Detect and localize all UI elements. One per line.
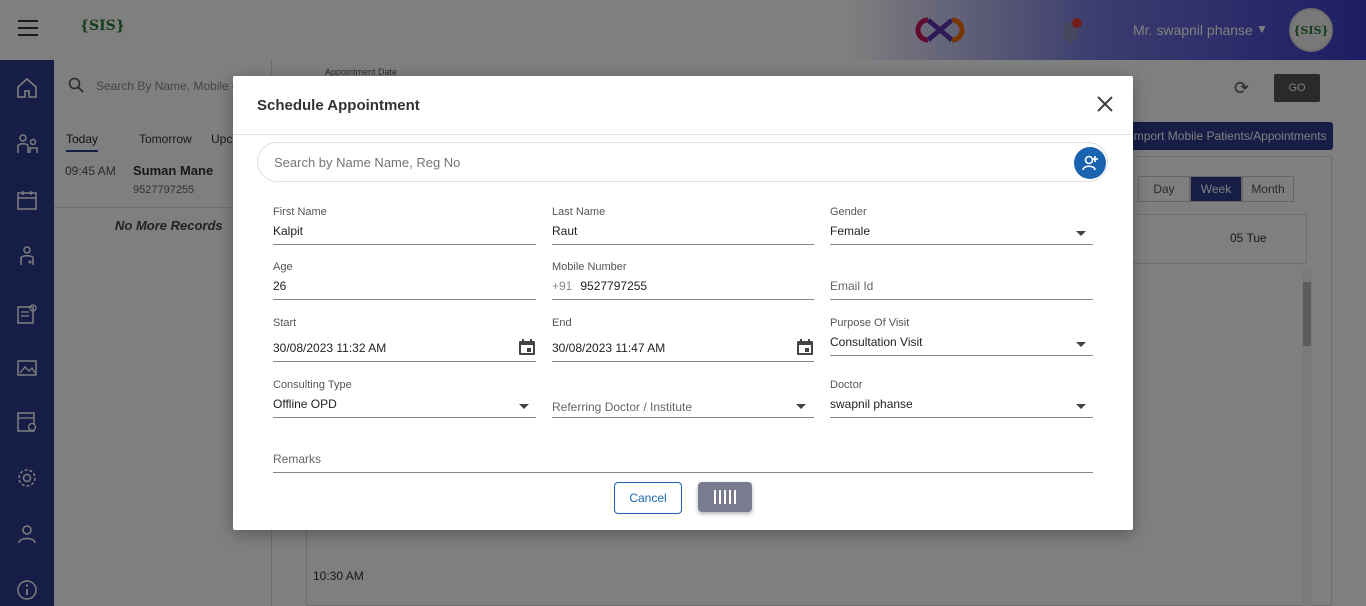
last-name-field[interactable]: Last Name Raut [552,206,814,246]
cancel-button[interactable]: Cancel [614,482,682,514]
consulting-type-label: Consulting Type [273,379,352,391]
submit-button[interactable] [698,482,752,512]
remarks-placeholder[interactable]: Remarks [273,452,321,466]
end-datetime-field[interactable]: End 30/08/2023 11:47 AM [552,317,814,363]
end-label: End [552,317,572,329]
age-field[interactable]: Age 26 [273,261,536,301]
chevron-down-icon[interactable] [519,404,529,409]
add-patient-button[interactable] [1074,147,1106,179]
chevron-down-icon[interactable] [1076,342,1086,347]
gender-select[interactable]: Gender Female [830,206,1093,246]
patient-search-input[interactable] [274,155,1054,170]
close-icon[interactable] [1095,94,1115,114]
referring-doctor-placeholder[interactable]: Referring Doctor / Institute [552,400,692,414]
purpose-label: Purpose Of Visit [830,317,910,329]
mobile-number-label: Mobile Number [552,261,627,273]
loading-bars-icon [714,490,736,504]
remarks-field[interactable]: Remarks [273,451,1093,475]
doctor-label: Doctor [830,379,863,391]
gender-label: Gender [830,206,867,218]
mobile-number-value[interactable]: 9527797255 [580,279,647,293]
start-label: Start [273,317,297,329]
email-field[interactable]: Email Id [830,261,1093,301]
dialog-header: Schedule Appointment [233,76,1133,135]
age-value[interactable]: 26 [273,279,286,293]
consulting-type-value[interactable]: Offline OPD [273,397,337,411]
country-code-prefix: +91 [552,279,573,293]
age-label: Age [273,261,293,273]
email-placeholder[interactable]: Email Id [830,279,873,293]
chevron-down-icon[interactable] [1076,404,1086,409]
end-value[interactable]: 30/08/2023 11:47 AM [552,341,665,355]
chevron-down-icon[interactable] [796,404,806,409]
last-name-value[interactable]: Raut [552,224,577,238]
first-name-field[interactable]: First Name Kalpit [273,206,536,246]
purpose-of-visit-select[interactable]: Purpose Of Visit Consultation Visit [830,317,1093,363]
start-value[interactable]: 30/08/2023 11:32 AM [273,341,386,355]
chevron-down-icon[interactable] [1076,231,1086,236]
first-name-label: First Name [273,206,327,218]
mobile-number-field[interactable]: Mobile Number +91 9527797255 [552,261,814,301]
add-user-icon [1082,155,1098,171]
gender-value[interactable]: Female [830,224,870,238]
start-datetime-field[interactable]: Start 30/08/2023 11:32 AM [273,317,536,363]
consulting-type-select[interactable]: Consulting Type Offline OPD [273,379,536,419]
purpose-value[interactable]: Consultation Visit [830,335,923,349]
patient-search-box [257,142,1108,182]
first-name-value[interactable]: Kalpit [273,224,303,238]
calendar-icon[interactable] [518,338,536,356]
doctor-select[interactable]: Doctor swapnil phanse [830,379,1093,419]
doctor-value[interactable]: swapnil phanse [830,397,913,411]
calendar-icon[interactable] [796,338,814,356]
last-name-label: Last Name [552,206,606,218]
referring-doctor-select[interactable]: Referring Doctor / Institute [552,379,814,419]
dialog-title: Schedule Appointment [257,97,420,114]
schedule-appointment-dialog: Schedule Appointment First Name Kalpit L… [233,76,1133,530]
